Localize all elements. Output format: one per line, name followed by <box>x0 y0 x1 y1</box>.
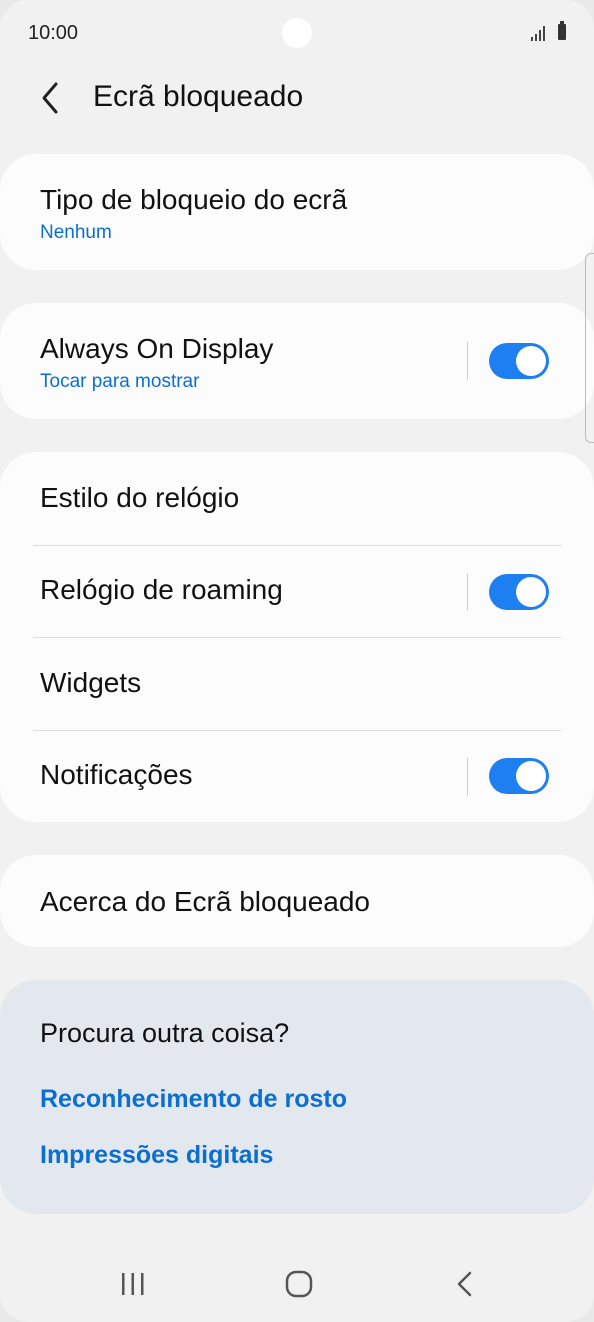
front-camera-cutout <box>282 18 312 48</box>
toggle-separator <box>467 342 468 380</box>
widgets-row[interactable]: Widgets <box>0 638 594 730</box>
roaming-clock-row[interactable]: Relógio de roaming <box>0 546 594 638</box>
face-recognition-link[interactable]: Reconhecimento de rosto <box>40 1085 347 1114</box>
phone-screen: 10:00 Ecrã bloqueado Tipo de bloqueio do… <box>0 0 594 1322</box>
navigation-bar <box>0 1250 594 1322</box>
toggle-knob <box>516 761 546 791</box>
battery-icon <box>558 21 566 40</box>
toggle-knob <box>516 346 546 376</box>
back-icon[interactable] <box>443 1262 487 1306</box>
toggle-separator <box>467 758 468 796</box>
lock-type-card[interactable]: Tipo de bloqueio do ecrã Nenhum <box>0 154 594 270</box>
aod-subtitle: Tocar para mostrar <box>40 371 200 392</box>
roaming-clock-toggle[interactable] <box>489 574 549 610</box>
lock-type-value: Nenhum <box>40 222 112 243</box>
back-arrow-icon[interactable] <box>34 78 68 118</box>
notifications-row[interactable]: Notificações <box>0 731 594 822</box>
toggle-knob <box>516 577 546 607</box>
home-icon[interactable] <box>277 1262 321 1306</box>
clock-style-label: Estilo do relógio <box>40 482 240 513</box>
widgets-label: Widgets <box>40 667 142 698</box>
recent-apps-icon[interactable] <box>111 1262 155 1306</box>
suggestions-title: Procura outra coisa? <box>40 1018 290 1048</box>
app-header: Ecrã bloqueado <box>0 70 594 126</box>
about-lockscreen-label: Acerca do Ecrã bloqueado <box>40 886 370 917</box>
about-lockscreen-card[interactable]: Acerca do Ecrã bloqueado <box>0 855 594 947</box>
always-on-display-card[interactable]: Always On Display Tocar para mostrar <box>0 303 594 419</box>
page-title: Ecrã bloqueado <box>93 80 304 113</box>
status-time: 10:00 <box>28 22 79 44</box>
lockscreen-settings-card: Estilo do relógio Relógio de roaming Wid… <box>0 452 594 822</box>
aod-title: Always On Display <box>40 333 274 364</box>
roaming-clock-label: Relógio de roaming <box>40 574 283 605</box>
lock-type-title: Tipo de bloqueio do ecrã <box>40 184 348 215</box>
status-bar: 10:00 <box>0 0 594 68</box>
notifications-label: Notificações <box>40 759 193 790</box>
notifications-toggle[interactable] <box>489 758 549 794</box>
signal-icon <box>531 26 545 41</box>
scrollbar[interactable] <box>585 253 594 443</box>
suggestions-card: Procura outra coisa? Reconhecimento de r… <box>0 980 594 1214</box>
toggle-separator <box>467 573 468 611</box>
fingerprints-link[interactable]: Impressões digitais <box>40 1141 273 1170</box>
aod-toggle[interactable] <box>489 343 549 379</box>
clock-style-row[interactable]: Estilo do relógio <box>0 452 594 545</box>
